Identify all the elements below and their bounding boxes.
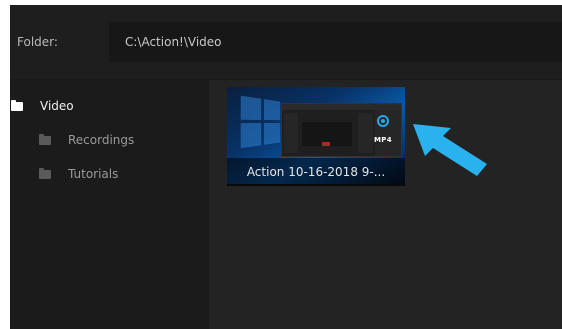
folder-path-field[interactable]: C:\Action!\Video <box>109 22 562 62</box>
folder-icon <box>11 100 23 111</box>
arrow-icon <box>413 124 487 176</box>
format-badge: MP4 <box>374 136 392 144</box>
thumbnail-preview <box>281 103 402 157</box>
folder-icon <box>39 134 51 145</box>
media-grid: MP4 Action 10-16-2018 9-... <box>210 80 562 329</box>
video-thumbnail[interactable]: MP4 Action 10-16-2018 9-... <box>227 87 405 186</box>
folder-icon <box>39 168 51 179</box>
folder-toolbar: Folder: C:\Action!\Video <box>10 5 562 80</box>
folder-label: Folder: <box>17 35 58 49</box>
disc-icon <box>377 115 389 127</box>
windows-logo-icon <box>240 95 281 149</box>
sidebar-item-label: Video <box>40 99 74 113</box>
sidebar-item-label: Recordings <box>68 133 135 147</box>
folder-tree <box>10 80 209 329</box>
sidebar-item-label: Tutorials <box>68 167 119 181</box>
video-caption: Action 10-16-2018 9-... <box>246 165 386 179</box>
